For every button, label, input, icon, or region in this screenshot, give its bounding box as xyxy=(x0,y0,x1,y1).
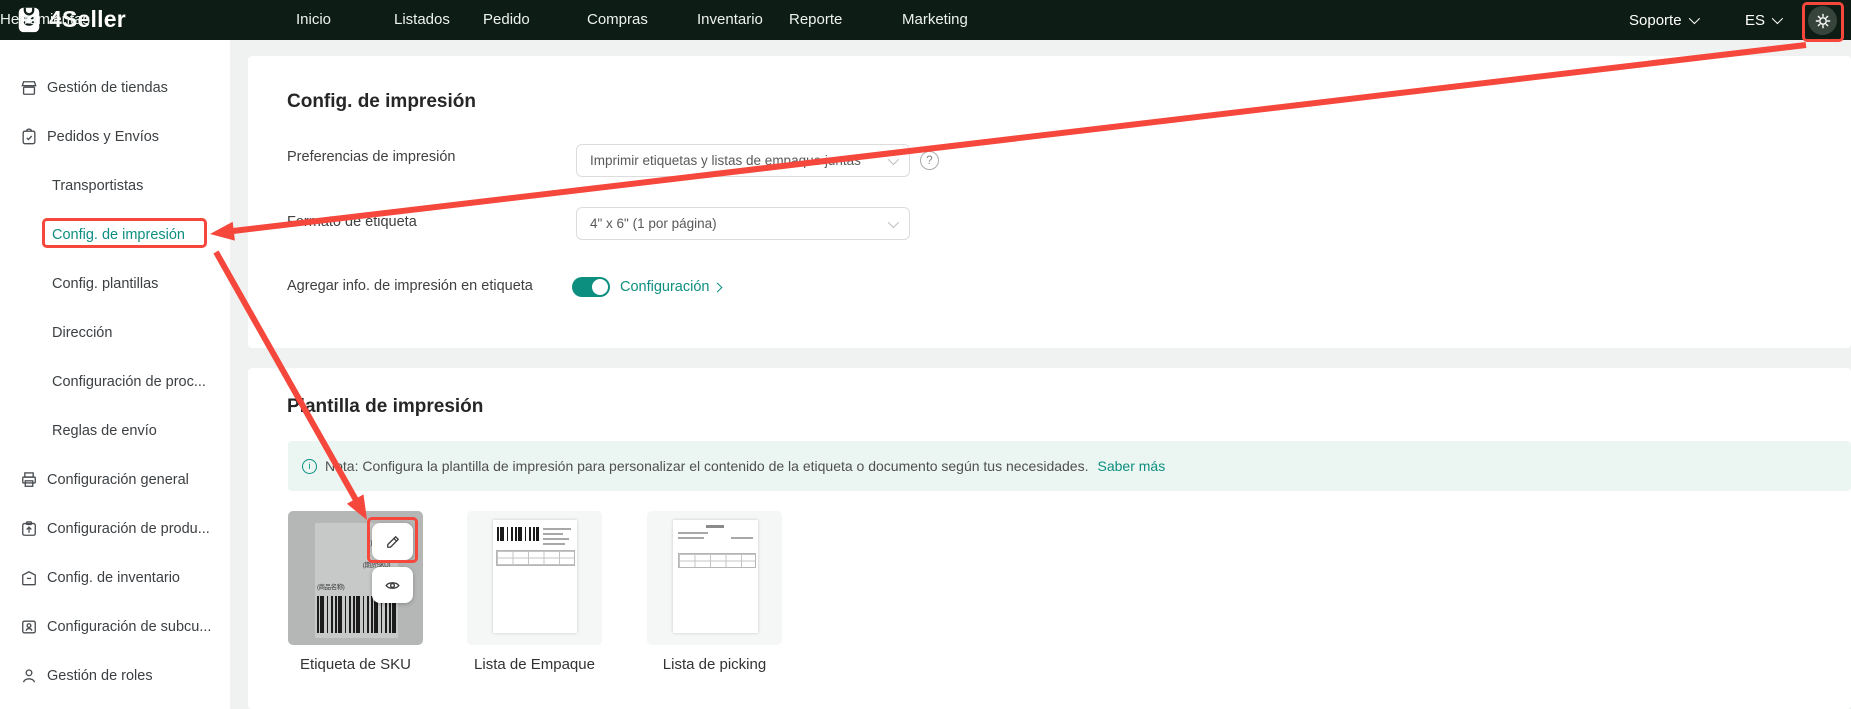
mini-table xyxy=(496,550,575,566)
sidebar-item-config-de-impresion[interactable]: Config. de impresión xyxy=(0,210,230,259)
nav-item-listados[interactable]: Listados xyxy=(394,0,450,40)
language-label: ES xyxy=(1745,12,1765,29)
format-label: Formato de etiqueta xyxy=(287,214,417,230)
sidebar-item-label: Config. de impresión xyxy=(52,227,185,243)
learn-more-link[interactable]: Saber más xyxy=(1098,458,1166,474)
nav-item-marketing[interactable]: Marketing xyxy=(902,0,968,40)
chevron-down-icon xyxy=(1772,13,1783,24)
sidebar-item-configuracion-general[interactable]: Configuración general xyxy=(0,455,230,504)
configuration-link-label: Configuración xyxy=(620,279,709,295)
orders-icon xyxy=(19,127,39,147)
sidebar-item-label: Pedidos y Envíos xyxy=(47,129,159,145)
nav-item-pedido[interactable]: Pedido xyxy=(483,0,530,40)
inventory-box-icon xyxy=(19,568,39,588)
sidebar-item-gestion-de-roles[interactable]: Gestión de roles xyxy=(0,651,230,700)
preferences-select[interactable]: Imprimir etiquetas y listas de empaque j… xyxy=(576,144,910,177)
edit-template-button[interactable] xyxy=(372,523,413,560)
picking-list-preview xyxy=(673,520,758,633)
subaccount-card-icon xyxy=(19,617,39,637)
eye-icon xyxy=(383,576,402,595)
sidebar-item-config-de-inventario[interactable]: Config. de inventario xyxy=(0,553,230,602)
sidebar-item-reglas-de-envio[interactable]: Reglas de envío xyxy=(0,406,230,455)
sidebar-item-label: Configuración de produ... xyxy=(47,521,210,537)
gear-icon xyxy=(1814,12,1832,30)
print-template-section: Plantilla de impresión i Nota: Configura… xyxy=(248,368,1851,709)
sidebar-item-configuracion-de-proc[interactable]: Configuración de proc... xyxy=(0,357,230,406)
product-upload-icon xyxy=(19,519,39,539)
sidebar-item-label: Gestión de roles xyxy=(47,668,153,684)
user-icon xyxy=(19,666,39,686)
info-icon: i xyxy=(302,459,317,474)
nav-item-inventario[interactable]: Inventario xyxy=(697,0,763,40)
support-menu[interactable]: Soporte xyxy=(1629,0,1697,40)
template-card-picking-list[interactable] xyxy=(647,511,782,645)
support-label: Soporte xyxy=(1629,12,1682,29)
nav-item-compras[interactable]: Compras xyxy=(587,0,648,40)
barcode xyxy=(497,527,539,541)
print-settings-section: Config. de impresión Preferencias de imp… xyxy=(248,56,1851,348)
card-label-picking: Lista de picking xyxy=(647,656,782,673)
preview-template-button[interactable] xyxy=(372,567,413,603)
preview-text: (商品名称) xyxy=(317,581,344,591)
sidebar-item-config-plantillas[interactable]: Config. plantillas xyxy=(0,259,230,308)
sidebar-item-configuracion-de-produ[interactable]: Configuración de produ... xyxy=(0,504,230,553)
sidebar-item-direccion[interactable]: Dirección xyxy=(0,308,230,357)
top-nav: 4Seller Inicio Listados Pedido Compras I… xyxy=(0,0,1851,40)
nav-item-inicio[interactable]: Inicio xyxy=(296,0,331,40)
sidebar-item-label: Gestión de tiendas xyxy=(47,80,168,96)
sidebar-item-transportistas[interactable]: Transportistas xyxy=(0,161,230,210)
store-icon xyxy=(19,78,39,98)
chevron-down-icon xyxy=(888,216,899,227)
nav-item-herramientas[interactable]: Herramientas xyxy=(0,0,90,40)
help-icon[interactable]: ? xyxy=(920,151,939,170)
mini-table xyxy=(678,553,756,568)
preferences-label: Preferencias de impresión xyxy=(287,149,455,165)
printer-icon xyxy=(19,470,39,490)
print-settings-title: Config. de impresión xyxy=(287,91,476,113)
add-info-label: Agregar info. de impresión en etiqueta xyxy=(287,278,533,294)
chevron-down-icon xyxy=(888,153,899,164)
sidebar: Gestión de tiendas Pedidos y Envíos Tran… xyxy=(0,40,230,709)
template-card-packing-list[interactable] xyxy=(467,511,602,645)
note-banner: i Nota: Configura la plantilla de impres… xyxy=(288,441,1851,491)
sidebar-item-label: Transportistas xyxy=(52,178,143,194)
preferences-value: Imprimir etiquetas y listas de empaque j… xyxy=(590,153,861,168)
format-value: 4" x 6" (1 por página) xyxy=(590,216,717,231)
pencil-edit-icon xyxy=(384,533,402,551)
packing-list-preview xyxy=(493,520,577,633)
sidebar-item-gestion-de-tiendas[interactable]: Gestión de tiendas xyxy=(0,63,230,112)
chevron-right-icon xyxy=(713,282,723,292)
sidebar-item-pedidos-y-envios[interactable]: Pedidos y Envíos xyxy=(0,112,230,161)
settings-gear-button[interactable] xyxy=(1808,6,1837,35)
sidebar-item-label: Config. de inventario xyxy=(47,570,180,586)
chevron-down-icon xyxy=(1688,13,1699,24)
sidebar-item-label: Reglas de envío xyxy=(52,423,157,439)
note-text: Nota: Configura la plantilla de impresió… xyxy=(325,458,1089,474)
language-menu[interactable]: ES xyxy=(1745,0,1780,40)
add-info-toggle[interactable] xyxy=(572,277,610,297)
label-format-select[interactable]: 4" x 6" (1 por página) xyxy=(576,207,910,240)
template-card-sku-label[interactable]: (白条码) (期货SKU) (商品名称) (打 xyxy=(288,511,423,645)
sidebar-item-label: Configuración general xyxy=(47,472,189,488)
sidebar-item-label: Dirección xyxy=(52,325,112,341)
card-label-packing: Lista de Empaque xyxy=(467,656,602,673)
template-section-title: Plantilla de impresión xyxy=(287,396,483,418)
card-label-sku: Etiqueta de SKU xyxy=(288,656,423,673)
toggle-knob xyxy=(592,279,608,295)
sidebar-item-label: Configuración de subcu... xyxy=(47,619,211,635)
configuration-link[interactable]: Configuración xyxy=(620,277,721,297)
sidebar-item-configuracion-de-subcu[interactable]: Configuración de subcu... xyxy=(0,602,230,651)
sidebar-item-label: Configuración de proc... xyxy=(52,374,206,390)
sidebar-item-label: Config. plantillas xyxy=(52,276,158,292)
nav-item-reporte[interactable]: Reporte xyxy=(789,0,842,40)
